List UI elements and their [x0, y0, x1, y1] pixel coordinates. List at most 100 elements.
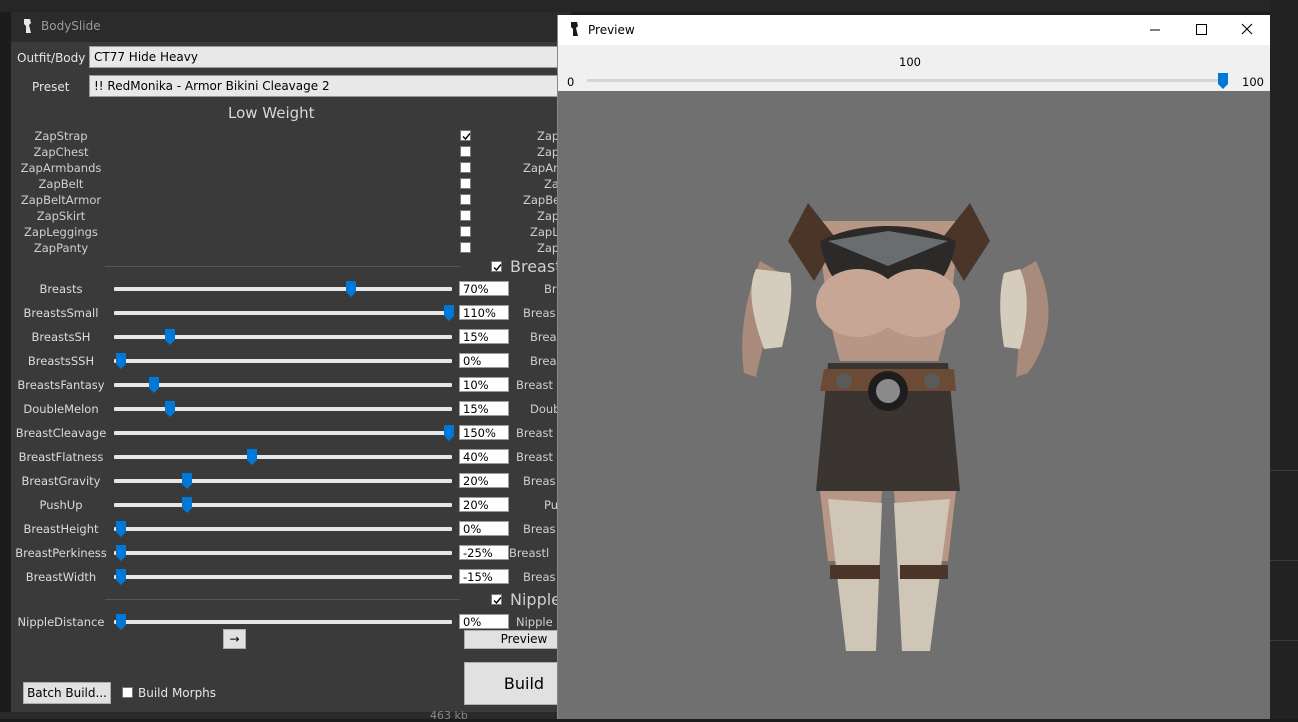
- zap-checkbox[interactable]: [460, 162, 471, 173]
- slider-label: PushUp: [39, 498, 83, 512]
- slider-value-field[interactable]: 0%: [459, 521, 509, 536]
- weight-slider-track[interactable]: [587, 79, 1228, 82]
- slider-thumb[interactable]: [181, 473, 192, 489]
- slider-label: DoubleMelon: [23, 402, 99, 416]
- zap-label-right: Zap: [537, 145, 560, 159]
- zap-label-right: Zap: [537, 241, 560, 255]
- zap-checkbox[interactable]: [460, 146, 471, 157]
- build-button[interactable]: Build: [464, 662, 571, 705]
- batch-build-button[interactable]: Batch Build...: [23, 682, 111, 704]
- slider-thumb[interactable]: [116, 521, 126, 537]
- slider-value-field[interactable]: 20%: [459, 473, 509, 488]
- slider-thumb[interactable]: [116, 353, 126, 369]
- slider-track[interactable]: [114, 620, 452, 624]
- zap-label: ZapSkirt: [36, 209, 86, 223]
- slider-thumb[interactable]: [116, 545, 126, 561]
- slider-value-field[interactable]: 0%: [459, 614, 509, 629]
- zap-label: ZapLeggings: [24, 225, 98, 239]
- slider-label: BreastsSH: [31, 330, 91, 344]
- arrow-button[interactable]: →: [223, 629, 246, 649]
- slider-track[interactable]: [114, 431, 452, 435]
- slider-track[interactable]: [114, 359, 452, 363]
- slider-label-right: Pu: [544, 498, 559, 512]
- zap-checkbox[interactable]: [460, 130, 471, 141]
- breast-group-checkbox[interactable]: [491, 261, 502, 272]
- slider-thumb[interactable]: [247, 449, 258, 465]
- nipple-group-checkbox[interactable]: [491, 594, 502, 605]
- slider-label-right: Breas: [523, 306, 556, 320]
- slider-label-right: Brea: [530, 330, 557, 344]
- zap-checkbox[interactable]: [460, 242, 471, 253]
- body-preview-viewport[interactable]: [558, 91, 1270, 719]
- slider-value-field[interactable]: 15%: [459, 329, 509, 344]
- desktop-background-bottom: 463 kb: [0, 709, 560, 722]
- weight-value: 100: [899, 55, 921, 69]
- slider-track[interactable]: [114, 287, 452, 291]
- breast-group-label: Breast: [510, 257, 562, 276]
- preview-button[interactable]: Preview: [464, 630, 571, 649]
- slider-thumb[interactable]: [165, 329, 176, 345]
- zap-label-right: ZapBe: [523, 193, 561, 207]
- slider-track[interactable]: [114, 455, 452, 459]
- slider-label: Breasts: [39, 282, 83, 296]
- slider-value-field[interactable]: 15%: [459, 401, 509, 416]
- slider-value-field[interactable]: 40%: [459, 449, 509, 464]
- body-model-render: [742, 203, 1049, 651]
- status-text: 463 kb: [430, 709, 468, 722]
- slider-track[interactable]: [114, 503, 452, 507]
- minimize-button[interactable]: [1132, 15, 1178, 45]
- section-title-low-weight: Low Weight: [228, 104, 315, 122]
- slider-value-field[interactable]: 10%: [459, 377, 509, 392]
- slider-value-field[interactable]: 110%: [459, 305, 509, 320]
- preset-dropdown[interactable]: !! RedMonika - Armor Bikini Cleavage 2: [89, 75, 571, 97]
- slider-value-field[interactable]: 20%: [459, 497, 509, 512]
- build-morphs-checkbox[interactable]: [122, 687, 133, 698]
- slider-thumb[interactable]: [444, 305, 454, 321]
- zap-label: ZapChest: [33, 145, 89, 159]
- maximize-button[interactable]: [1178, 15, 1224, 45]
- zap-label-right: Zap: [537, 209, 560, 223]
- slider-thumb[interactable]: [165, 401, 176, 417]
- slider-track[interactable]: [114, 551, 452, 555]
- slider-label: BreastsSSH: [27, 354, 95, 368]
- slider-thumb[interactable]: [181, 497, 192, 513]
- slider-label-right: Breas: [523, 570, 556, 584]
- slider-label-right: Breast: [516, 426, 553, 440]
- zap-label: ZapPanty: [33, 241, 89, 255]
- preview-title: Preview: [588, 23, 635, 37]
- preview-title-bar[interactable]: Preview: [558, 15, 1270, 45]
- slider-track[interactable]: [114, 575, 452, 579]
- slider-value-field[interactable]: 0%: [459, 353, 509, 368]
- slider-label: BreastFlatness: [18, 450, 104, 464]
- weight-slider-thumb[interactable]: [1218, 73, 1228, 89]
- slider-track[interactable]: [114, 527, 452, 531]
- zap-label: ZapBeltArmor: [20, 193, 102, 207]
- slider-label: BreastPerkiness: [15, 546, 107, 560]
- divider: [105, 599, 460, 600]
- zap-checkbox[interactable]: [460, 194, 471, 205]
- slider-value-field[interactable]: -25%: [459, 545, 509, 560]
- slider-label: BreastsSmall: [23, 306, 99, 320]
- slider-track[interactable]: [114, 311, 452, 315]
- zap-checkbox[interactable]: [460, 226, 471, 237]
- slider-thumb[interactable]: [444, 425, 454, 441]
- minimize-icon: [1150, 29, 1160, 31]
- close-button[interactable]: [1224, 15, 1270, 45]
- bodyslide-title-bar[interactable]: BodySlide: [11, 12, 571, 42]
- slider-thumb[interactable]: [116, 569, 126, 585]
- slider-label-right: Breast: [516, 378, 553, 392]
- zap-checkbox[interactable]: [460, 178, 471, 189]
- slider-thumb[interactable]: [148, 377, 159, 393]
- zap-checkbox[interactable]: [460, 210, 471, 221]
- slider-value-field[interactable]: -15%: [459, 569, 509, 584]
- outfit-dropdown[interactable]: CT77 Hide Heavy: [89, 46, 571, 68]
- slider-track[interactable]: [114, 479, 452, 483]
- slider-thumb[interactable]: [345, 281, 356, 297]
- desktop-background-right: [1270, 0, 1298, 719]
- outfit-label: Outfit/Body: [17, 51, 86, 65]
- slider-thumb[interactable]: [116, 614, 126, 630]
- slider-value-field[interactable]: 70%: [459, 281, 509, 296]
- preset-value: !! RedMonika - Armor Bikini Cleavage 2: [94, 79, 330, 93]
- slider-track[interactable]: [114, 383, 452, 387]
- slider-value-field[interactable]: 150%: [459, 425, 509, 440]
